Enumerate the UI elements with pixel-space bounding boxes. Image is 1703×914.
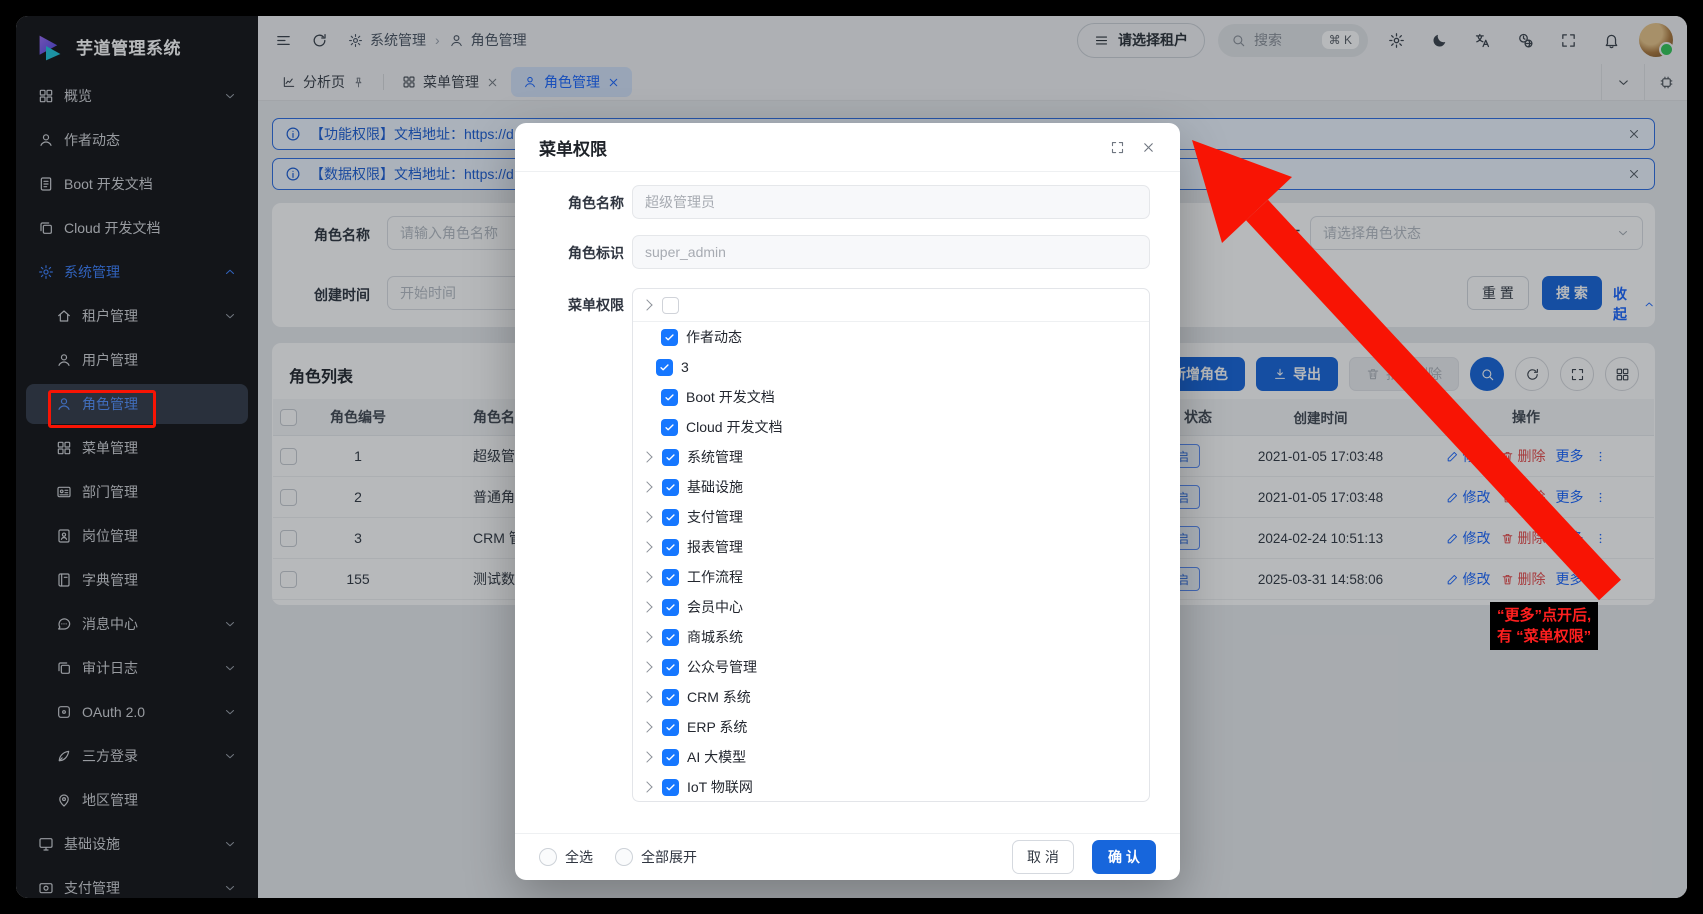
- expand-all-checkbox[interactable]: [615, 848, 633, 866]
- dialog-close-icon[interactable]: [1141, 140, 1156, 155]
- tree-checkbox[interactable]: [661, 389, 678, 406]
- check-icon: [664, 332, 675, 343]
- menu-permission-label: 菜单权限: [544, 295, 624, 315]
- tree-node-label: 工作流程: [687, 567, 743, 587]
- tree-node-label: 3: [681, 359, 689, 375]
- tree-node[interactable]: 报表管理: [633, 532, 1149, 562]
- tree-node[interactable]: IoT 物联网: [633, 772, 1149, 802]
- tree-node[interactable]: 会员中心: [633, 592, 1149, 622]
- tree-checkbox[interactable]: [662, 297, 679, 314]
- chevron-right-icon[interactable]: [641, 631, 652, 642]
- role-key-label: 角色标识: [544, 243, 624, 263]
- check-icon: [665, 632, 676, 643]
- check-icon: [665, 572, 676, 583]
- chevron-right-icon[interactable]: [641, 511, 652, 522]
- tree-node[interactable]: [633, 289, 1149, 322]
- tree-checkbox[interactable]: [662, 779, 679, 796]
- tree-node-label: Boot 开发文档: [686, 387, 775, 407]
- check-icon: [665, 602, 676, 613]
- tree-checkbox[interactable]: [662, 599, 679, 616]
- tree-node-label: 支付管理: [687, 507, 743, 527]
- tree-node[interactable]: CRM 系统: [633, 682, 1149, 712]
- tree-node-label: 基础设施: [687, 477, 743, 497]
- tree-node-label: 报表管理: [687, 537, 743, 557]
- check-icon: [665, 512, 676, 523]
- tree-checkbox[interactable]: [662, 509, 679, 526]
- chevron-right-icon[interactable]: [641, 691, 652, 702]
- dialog-tools: [1110, 140, 1156, 155]
- tree-node[interactable]: Boot 开发文档: [633, 382, 1149, 412]
- check-icon: [664, 422, 675, 433]
- confirm-button[interactable]: 确 认: [1092, 840, 1156, 874]
- tree-checkbox[interactable]: [662, 749, 679, 766]
- tree-node[interactable]: ERP 系统: [633, 712, 1149, 742]
- chevron-right-icon[interactable]: [641, 721, 652, 732]
- tree-checkbox[interactable]: [662, 479, 679, 496]
- tree-node-label: 会员中心: [687, 597, 743, 617]
- dialog-maximize-icon[interactable]: [1110, 140, 1125, 155]
- check-icon: [665, 752, 676, 763]
- tree-checkbox[interactable]: [662, 569, 679, 586]
- role-name-value[interactable]: [632, 185, 1150, 219]
- tree-node-label: CRM 系统: [687, 687, 751, 707]
- tree-checkbox[interactable]: [662, 629, 679, 646]
- cancel-button[interactable]: 取 消: [1012, 840, 1074, 874]
- select-all-label: 全选: [565, 847, 593, 867]
- tree-node[interactable]: 基础设施: [633, 472, 1149, 502]
- tree-checkbox[interactable]: [656, 359, 673, 376]
- chevron-right-icon[interactable]: [641, 541, 652, 552]
- chevron-right-icon[interactable]: [641, 601, 652, 612]
- check-icon: [665, 482, 676, 493]
- tree-node-label: ERP 系统: [687, 717, 747, 737]
- check-icon: [665, 542, 676, 553]
- chevron-right-icon[interactable]: [641, 751, 652, 762]
- tree-checkbox[interactable]: [661, 419, 678, 436]
- tree-checkbox[interactable]: [661, 329, 678, 346]
- check-icon: [659, 362, 670, 373]
- role-key-value[interactable]: [632, 235, 1150, 269]
- dialog-title: 菜单权限: [539, 135, 607, 160]
- tree-checkbox[interactable]: [662, 719, 679, 736]
- tree-checkbox[interactable]: [662, 689, 679, 706]
- tree-node[interactable]: 商城系统: [633, 622, 1149, 652]
- tree-checkbox[interactable]: [662, 539, 679, 556]
- expand-all-label: 全部展开: [641, 847, 697, 867]
- check-icon: [665, 782, 676, 793]
- tree-node-label: 商城系统: [687, 627, 743, 647]
- tree-node[interactable]: 3: [633, 352, 1149, 382]
- dialog-header: 菜单权限: [515, 123, 1180, 172]
- chevron-right-icon[interactable]: [641, 661, 652, 672]
- tree-node-label: 公众号管理: [687, 657, 757, 677]
- dialog-footer: 全选 全部展开 取 消 确 认: [515, 833, 1180, 880]
- tree-node[interactable]: AI 大模型: [633, 742, 1149, 772]
- chevron-right-icon[interactable]: [641, 299, 652, 310]
- tree-node-label: 系统管理: [687, 447, 743, 467]
- tree-checkbox[interactable]: [662, 659, 679, 676]
- chevron-right-icon[interactable]: [641, 781, 652, 792]
- select-all-checkbox[interactable]: [539, 848, 557, 866]
- chevron-right-icon[interactable]: [641, 481, 652, 492]
- tree-node[interactable]: 作者动态: [633, 322, 1149, 352]
- check-icon: [665, 722, 676, 733]
- check-icon: [665, 692, 676, 703]
- tree-node[interactable]: 工作流程: [633, 562, 1149, 592]
- chevron-right-icon[interactable]: [641, 451, 652, 462]
- role-name-label: 角色名称: [544, 193, 624, 213]
- tree-node-label: AI 大模型: [687, 747, 746, 767]
- tree-node[interactable]: Cloud 开发文档: [633, 412, 1149, 442]
- tree-node-label: 作者动态: [686, 327, 742, 347]
- tree-node[interactable]: 系统管理: [633, 442, 1149, 472]
- tree-node-label: IoT 物联网: [687, 777, 753, 797]
- check-icon: [665, 662, 676, 673]
- check-icon: [665, 452, 676, 463]
- tree-checkbox[interactable]: [662, 449, 679, 466]
- app-window: 芋道管理系统 概览作者动态Boot 开发文档Cloud 开发文档系统管理租户管理…: [16, 16, 1687, 898]
- tree-node[interactable]: 公众号管理: [633, 652, 1149, 682]
- check-icon: [664, 392, 675, 403]
- tree-node[interactable]: 支付管理: [633, 502, 1149, 532]
- tree-node-label: Cloud 开发文档: [686, 417, 782, 437]
- menu-permission-dialog: 菜单权限 角色名称 角色标识 菜单权限 作者动态 3 Boot 开发文档 Cloud …: [515, 123, 1180, 880]
- chevron-right-icon[interactable]: [641, 571, 652, 582]
- menu-permission-tree: 作者动态 3 Boot 开发文档 Cloud 开发文档系统管理基础设施支付管理报表管理…: [632, 288, 1150, 802]
